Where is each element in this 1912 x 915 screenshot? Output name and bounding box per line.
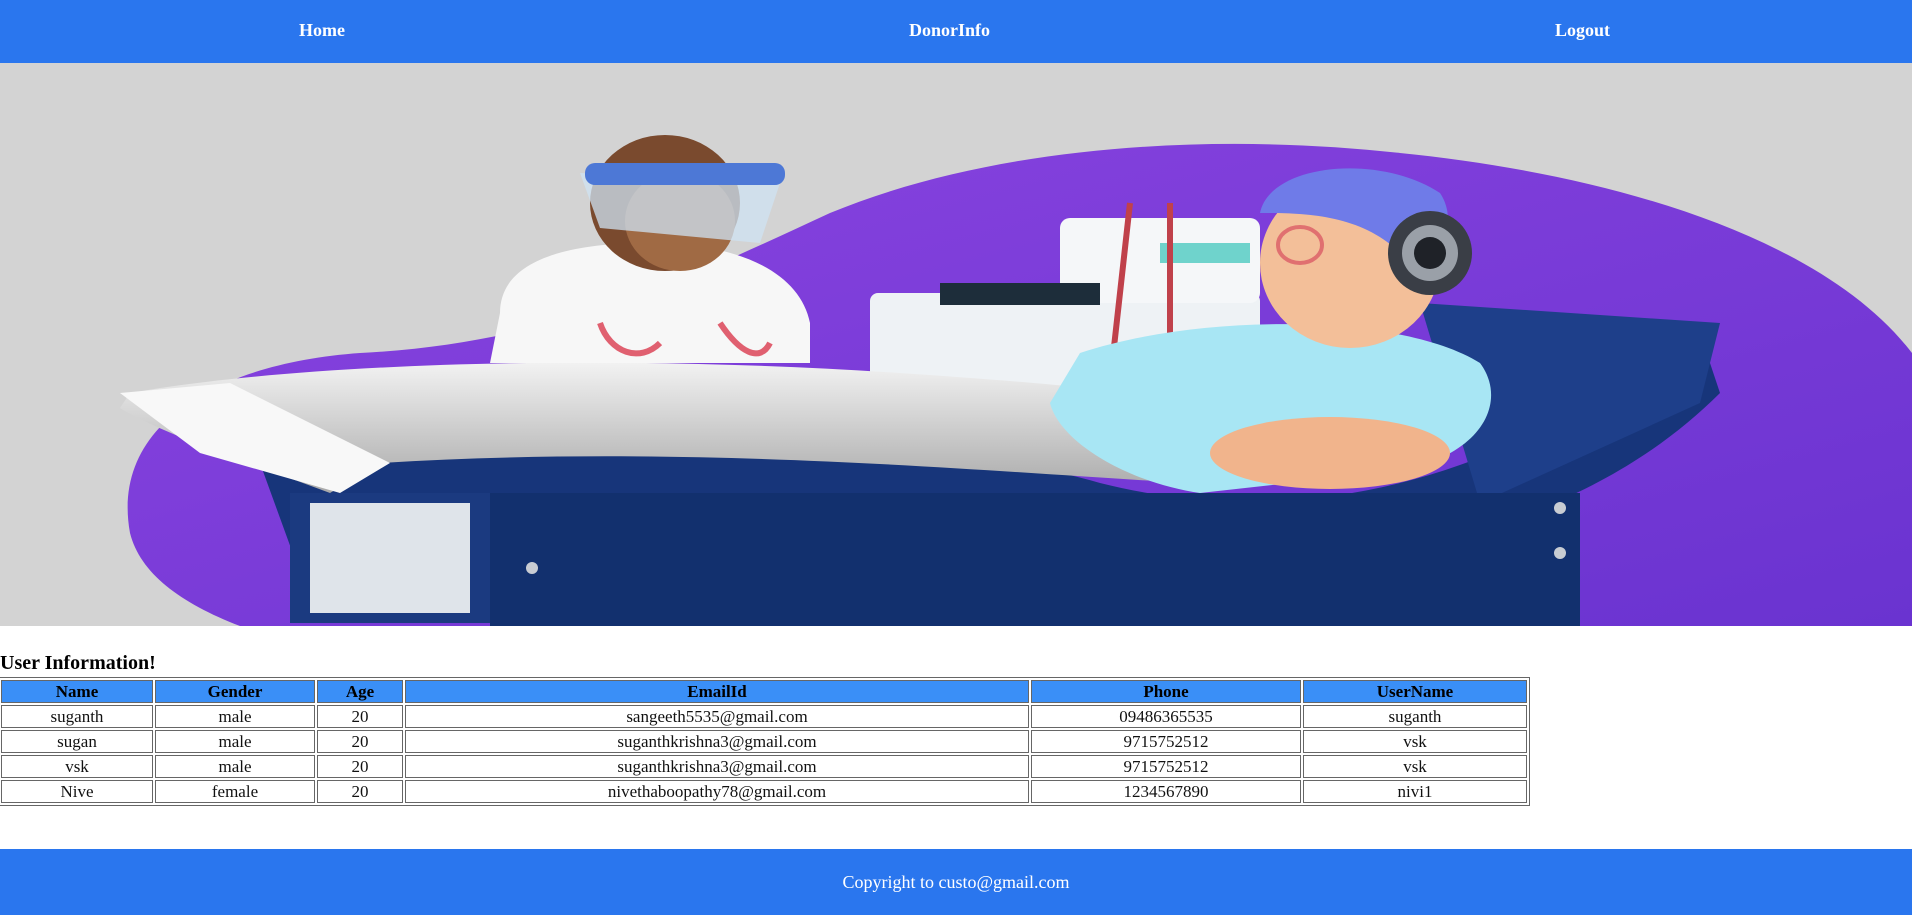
column-header-username: UserName	[1303, 680, 1527, 703]
table-header-row: Name Gender Age EmailId Phone UserName	[1, 680, 1527, 703]
cell-username: vsk	[1303, 730, 1527, 753]
cell-gender: female	[155, 780, 315, 803]
cell-email: sangeeth5535@gmail.com	[405, 705, 1029, 728]
page-footer: Copyright to custo@gmail.com	[0, 849, 1912, 915]
column-header-age: Age	[317, 680, 403, 703]
table-row: Nive female 20 nivethaboopathy78@gmail.c…	[1, 780, 1527, 803]
nav-logout-link[interactable]: Logout	[1555, 20, 1610, 41]
hero-banner	[0, 63, 1912, 626]
column-header-phone: Phone	[1031, 680, 1301, 703]
cell-gender: male	[155, 705, 315, 728]
user-information-table: Name Gender Age EmailId Phone UserName s…	[0, 677, 1530, 806]
cell-phone: 09486365535	[1031, 705, 1301, 728]
table-row: sugan male 20 suganthkrishna3@gmail.com …	[1, 730, 1527, 753]
cell-age: 20	[317, 705, 403, 728]
cell-age: 20	[317, 730, 403, 753]
cell-phone: 1234567890	[1031, 780, 1301, 803]
patient-arm	[1210, 417, 1450, 489]
nav-home-link[interactable]: Home	[299, 20, 345, 41]
cell-gender: male	[155, 755, 315, 778]
footer-copyright-text: Copyright to custo@gmail.com	[842, 872, 1070, 892]
cell-username: suganth	[1303, 705, 1527, 728]
cell-gender: male	[155, 730, 315, 753]
cell-age: 20	[317, 755, 403, 778]
blood-donation-illustration	[120, 135, 1912, 626]
section-title: User Information!	[0, 652, 156, 674]
cell-email: nivethaboopathy78@gmail.com	[405, 780, 1029, 803]
cell-name: Nive	[1, 780, 153, 803]
column-header-email: EmailId	[405, 680, 1029, 703]
cell-name: suganth	[1, 705, 153, 728]
top-navbar: Home DonorInfo Logout	[0, 0, 1912, 63]
cell-email: suganthkrishna3@gmail.com	[405, 730, 1029, 753]
table-row: suganth male 20 sangeeth5535@gmail.com 0…	[1, 705, 1527, 728]
cell-phone: 9715752512	[1031, 755, 1301, 778]
cell-username: nivi1	[1303, 780, 1527, 803]
cell-name: vsk	[1, 755, 153, 778]
cell-username: vsk	[1303, 755, 1527, 778]
cell-email: suganthkrishna3@gmail.com	[405, 755, 1029, 778]
column-header-name: Name	[1, 680, 153, 703]
cell-name: sugan	[1, 730, 153, 753]
cell-age: 20	[317, 780, 403, 803]
table-row: vsk male 20 suganthkrishna3@gmail.com 97…	[1, 755, 1527, 778]
column-header-gender: Gender	[155, 680, 315, 703]
nav-donor-info-link[interactable]: DonorInfo	[909, 20, 990, 41]
cell-phone: 9715752512	[1031, 730, 1301, 753]
